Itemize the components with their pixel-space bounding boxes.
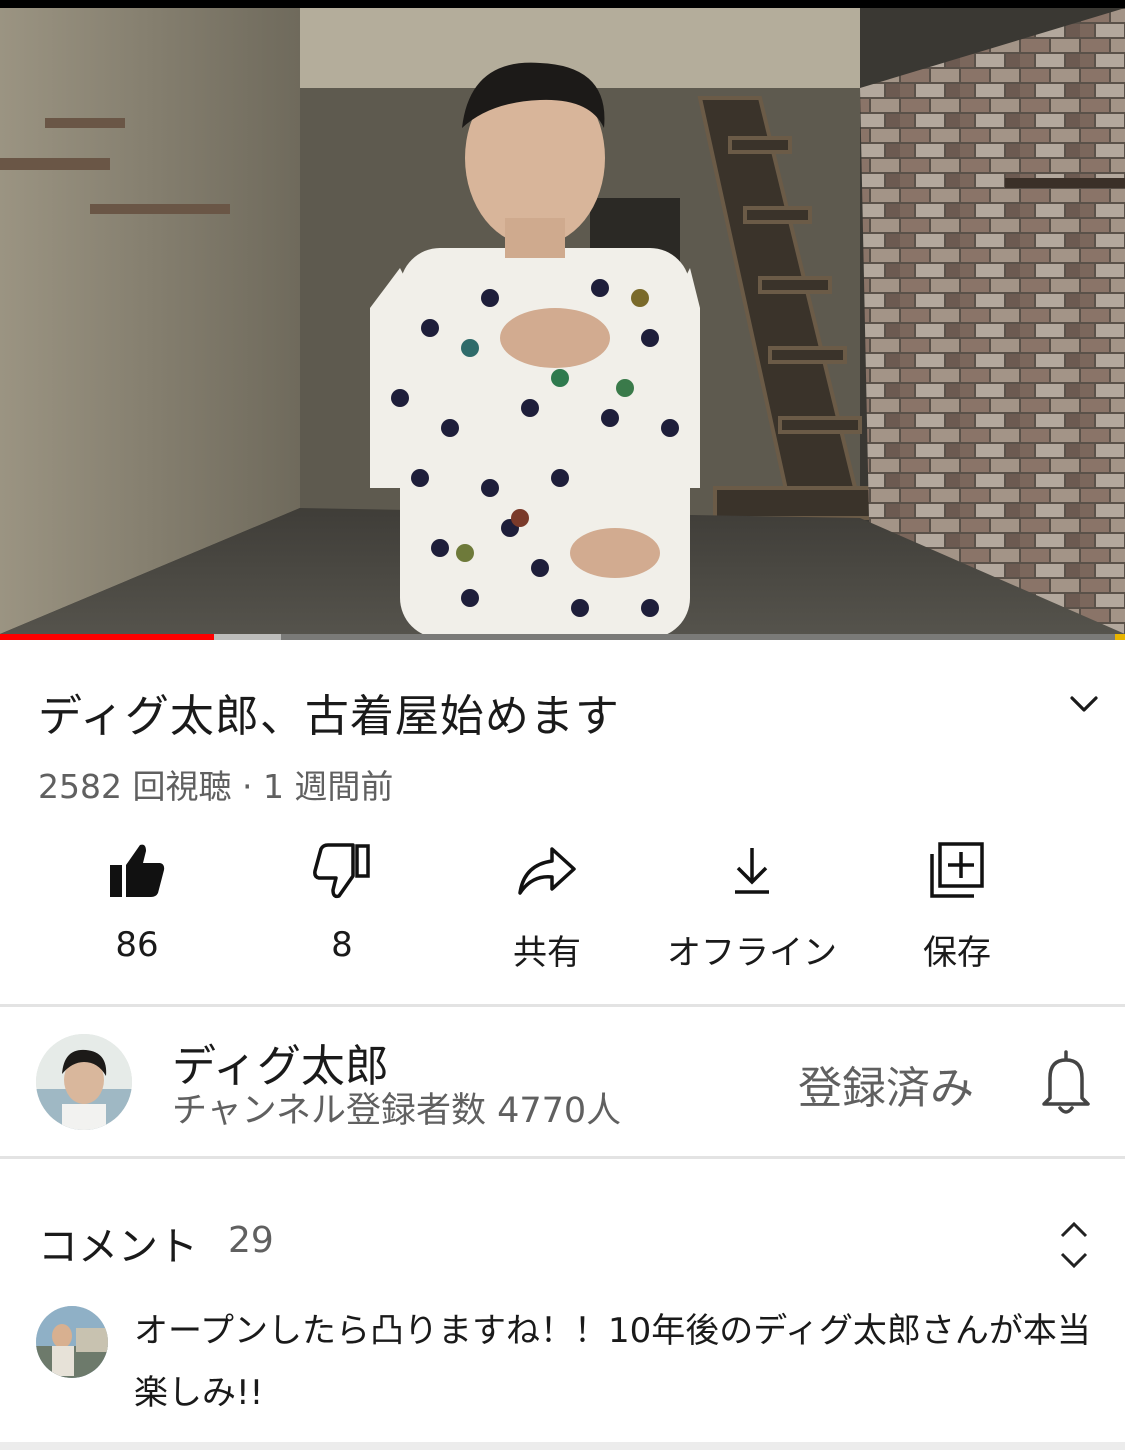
notification-bell-button[interactable] — [1036, 1048, 1096, 1118]
chevron-down-icon — [1070, 696, 1098, 712]
expand-description-button[interactable] — [1062, 684, 1106, 724]
channel-avatar[interactable] — [36, 1034, 132, 1130]
video-frame — [0, 8, 1125, 634]
add-to-playlist-icon — [930, 842, 984, 898]
save-button[interactable]: 保存 — [857, 835, 1057, 974]
thumbs-up-filled-icon — [110, 844, 165, 897]
video-player[interactable] — [0, 0, 1125, 640]
download-icon — [735, 848, 769, 894]
subscriber-count: チャンネル登録者数 4770人 — [172, 1091, 622, 1131]
share-label: 共有 — [513, 933, 581, 973]
bell-icon — [1042, 1050, 1090, 1114]
video-title[interactable]: ディグ太郎、古着屋始めます — [38, 680, 620, 744]
divider — [0, 1156, 1125, 1159]
divider — [0, 1004, 1125, 1007]
dislike-button[interactable]: 8 — [242, 835, 442, 965]
like-count: 86 — [115, 925, 159, 965]
commenter-avatar[interactable] — [36, 1306, 108, 1378]
comments-expand-button[interactable] — [1052, 1218, 1096, 1272]
share-button[interactable]: 共有 — [447, 835, 647, 974]
share-icon — [518, 847, 576, 895]
top-comment-text: オープンしたら凸りますね！！10年後のディグ太郎さんが本当楽しみ!! — [134, 1311, 1091, 1413]
action-bar: 86 8 共有 オフライン 保存 — [0, 835, 1125, 995]
subscribed-button[interactable]: 登録済み — [798, 1052, 974, 1116]
like-button[interactable]: 86 — [37, 835, 237, 965]
download-button[interactable]: オフライン — [652, 835, 852, 974]
bottom-divider — [0, 1442, 1125, 1450]
commenter-avatar-image — [36, 1306, 108, 1378]
dislike-count: 8 — [331, 925, 353, 965]
video-progress-bar[interactable] — [0, 634, 1125, 640]
progress-end-marker — [1115, 634, 1125, 640]
video-meta: 2582 回視聴 · 1 週間前 — [38, 767, 394, 806]
status-bar-strip — [0, 0, 1125, 8]
progress-played — [0, 634, 214, 640]
save-label: 保存 — [923, 933, 991, 973]
thumbs-down-icon — [313, 843, 370, 899]
download-label: オフライン — [667, 933, 837, 973]
comments-title[interactable]: コメント — [38, 1214, 198, 1272]
comments-count: 29 — [228, 1220, 274, 1261]
channel-avatar-image — [36, 1034, 132, 1130]
unfold-icon — [1060, 1221, 1088, 1269]
